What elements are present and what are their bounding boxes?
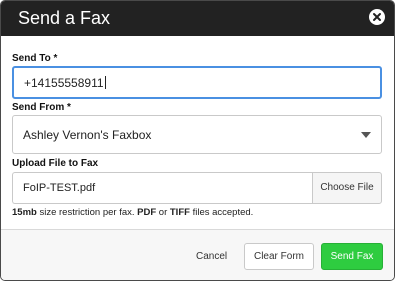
upload-label: Upload File to Fax <box>12 158 99 169</box>
clear-form-button[interactable]: Clear Form <box>244 243 314 270</box>
dialog-header: Send a Fax <box>1 1 394 36</box>
send-fax-button[interactable]: Send Fax <box>321 243 383 270</box>
chevron-down-icon <box>361 132 371 138</box>
hint-text-2: files accepted. <box>189 207 254 218</box>
send-fax-dialog: Send a Fax Send To * +14155558911 Send F… <box>0 0 395 281</box>
dialog-title: Send a Fax <box>18 8 111 28</box>
text-caret <box>104 76 106 89</box>
hint-text-1: size restriction per fax. <box>36 207 138 218</box>
send-to-value: +14155558911 <box>24 76 104 90</box>
hint-pdf: PDF <box>137 207 157 218</box>
upload-hint: 15mb size restriction per fax. PDF or TI… <box>12 207 253 218</box>
send-from-select[interactable]: Ashley Vernon's Faxbox <box>12 115 382 154</box>
choose-file-button[interactable]: Choose File <box>312 172 382 204</box>
hint-tiff: TIFF <box>169 207 190 218</box>
send-from-value: Ashley Vernon's Faxbox <box>23 128 152 142</box>
send-to-label: Send To * <box>12 53 58 64</box>
send-to-input[interactable]: +14155558911 <box>12 66 382 99</box>
file-name-field: FoIP-TEST.pdf <box>12 172 312 204</box>
close-icon[interactable] <box>369 9 385 25</box>
hint-or: or <box>156 207 170 218</box>
hint-size: 15mb <box>12 207 37 218</box>
cancel-button[interactable]: Cancel <box>196 251 227 262</box>
send-from-label: Send From * <box>12 102 71 113</box>
